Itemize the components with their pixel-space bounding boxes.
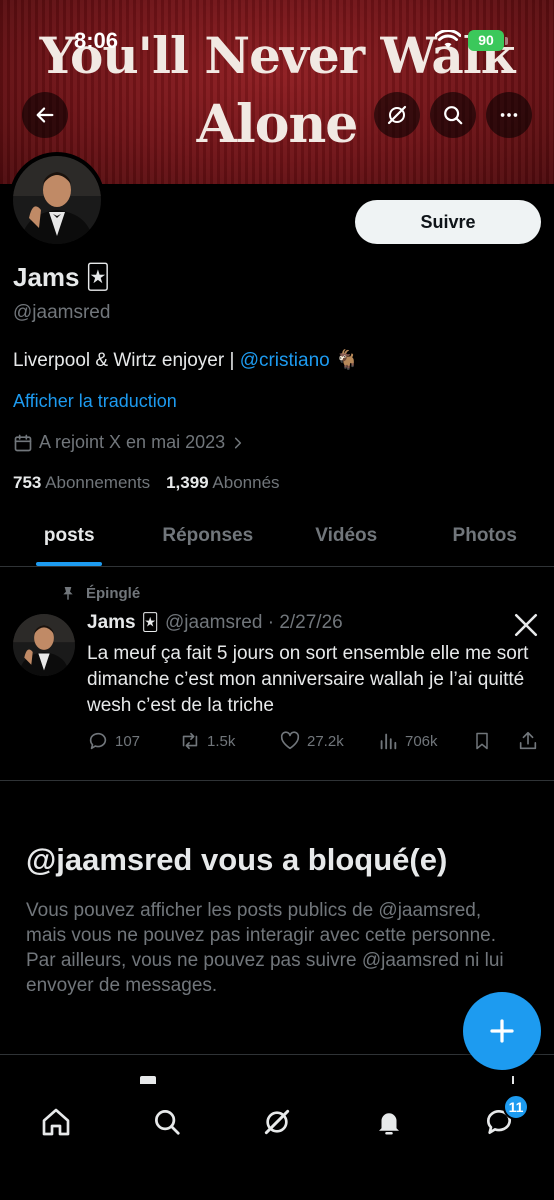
profile-handle: @jaamsred [13, 302, 111, 323]
notifications-icon [379, 1113, 399, 1135]
tab-replies[interactable]: Réponses [139, 512, 278, 566]
following-link[interactable]: 753 Abonnements [13, 473, 150, 493]
views-count: 706k [405, 732, 438, 750]
profile-avatar[interactable] [9, 152, 105, 248]
post-author-name[interactable]: Jams [87, 612, 136, 634]
following-label: Abonnements [45, 473, 151, 492]
tab-label: Vidéos [315, 525, 378, 546]
battery-indicator: 90 [468, 30, 504, 51]
like-button[interactable]: 27.2k [279, 730, 344, 752]
grok-icon [387, 105, 407, 125]
blocked-description: Vous pouvez afficher les posts publics d… [26, 900, 504, 996]
pin-icon [63, 587, 73, 600]
search-icon [444, 106, 463, 125]
post-text: La meuf ça fait 5 jours on sort ensemble… [87, 643, 529, 716]
reply-icon [89, 732, 107, 750]
blocked-title: @jaamsred vous a bloqué(e) [26, 842, 448, 877]
views-button[interactable]: 706k [377, 730, 438, 752]
plus-icon [490, 1019, 514, 1043]
goat-emoji: 🐐 [335, 350, 359, 371]
follow-stats: 753 Abonnements 1,399 Abonnés [13, 473, 280, 493]
like-count: 27.2k [307, 732, 344, 750]
home-icon [42, 1108, 70, 1136]
followers-label: Abonnés [212, 473, 280, 492]
tabs-divider [0, 566, 554, 567]
status-time: 8:06 [74, 28, 119, 53]
arrow-left-icon [36, 107, 54, 123]
tab-videos[interactable]: Vidéos [277, 512, 416, 566]
reply-button[interactable]: 107 [87, 730, 140, 752]
joker-card-emoji: 🃏 [141, 613, 159, 632]
tab-label: Photos [452, 525, 517, 546]
profile-display-name: Jams 🃏 [13, 262, 110, 293]
nav-notifications[interactable] [369, 1102, 409, 1142]
back-button[interactable] [22, 92, 68, 138]
following-count: 753 [13, 473, 42, 492]
followers-link[interactable]: 1,399 Abonnés [166, 473, 279, 493]
nav-grok[interactable] [257, 1102, 297, 1142]
tab-posts[interactable]: posts [0, 512, 139, 566]
repost-button[interactable]: 1.5k [179, 730, 235, 752]
views-icon [380, 733, 397, 750]
bottom-navigation [0, 1084, 554, 1200]
post-author-avatar[interactable] [13, 614, 75, 676]
display-name-text: Jams [13, 262, 80, 292]
grok-icon [264, 1109, 290, 1135]
reply-count: 107 [115, 732, 141, 750]
compose-post-button[interactable] [463, 992, 541, 1070]
repost-icon [182, 732, 198, 750]
repost-count: 1.5k [207, 732, 236, 750]
calendar-icon [14, 434, 32, 451]
bookmark-button[interactable] [472, 730, 492, 752]
profile-bio: Liverpool & Wirtz enjoyer | @cristiano 🐐 [13, 348, 359, 372]
nav-search[interactable] [147, 1102, 187, 1142]
nav-home[interactable] [36, 1102, 76, 1142]
post-meta: @jaamsred · 2/27/26 [165, 612, 343, 633]
grok-button[interactable] [374, 92, 420, 138]
battery-tip [505, 37, 508, 45]
joined-text: A rejoint X en mai 2023 [39, 432, 226, 452]
search-icon [155, 1110, 180, 1135]
share-button[interactable] [517, 730, 539, 752]
post-divider [0, 780, 554, 781]
follow-button[interactable]: Suivre [355, 200, 541, 244]
post-actions: 107 1.5k 27.2k 706k [87, 730, 543, 756]
more-icon [500, 113, 518, 117]
bookmark-icon [476, 732, 488, 750]
tab-label: Réponses [162, 525, 254, 546]
translate-link[interactable]: Afficher la traduction [13, 391, 177, 412]
tab-label: posts [43, 525, 95, 546]
profile-tabs: posts Réponses Vidéos Photos [0, 512, 554, 566]
bio-text: Liverpool & Wirtz enjoyer | [13, 350, 240, 371]
search-button[interactable] [430, 92, 476, 138]
joined-date[interactable]: A rejoint X en mai 2023 [13, 432, 245, 453]
pinned-label: Épinglé [86, 584, 141, 602]
heart-icon [280, 731, 300, 750]
more-button[interactable] [486, 92, 532, 138]
wifi-icon [434, 29, 462, 55]
messages-badge: 11 [503, 1094, 529, 1120]
post-header: Jams 🃏 @jaamsred · 2/27/26 [87, 612, 343, 634]
share-icon [519, 731, 537, 750]
bio-mention-link[interactable]: @cristiano [240, 350, 330, 371]
joker-card-emoji: 🃏 [85, 264, 111, 291]
tab-photos[interactable]: Photos [416, 512, 554, 566]
followers-count: 1,399 [166, 473, 209, 492]
chevron-right-icon [235, 437, 242, 448]
pinned-indicator: Épinglé [60, 584, 140, 602]
